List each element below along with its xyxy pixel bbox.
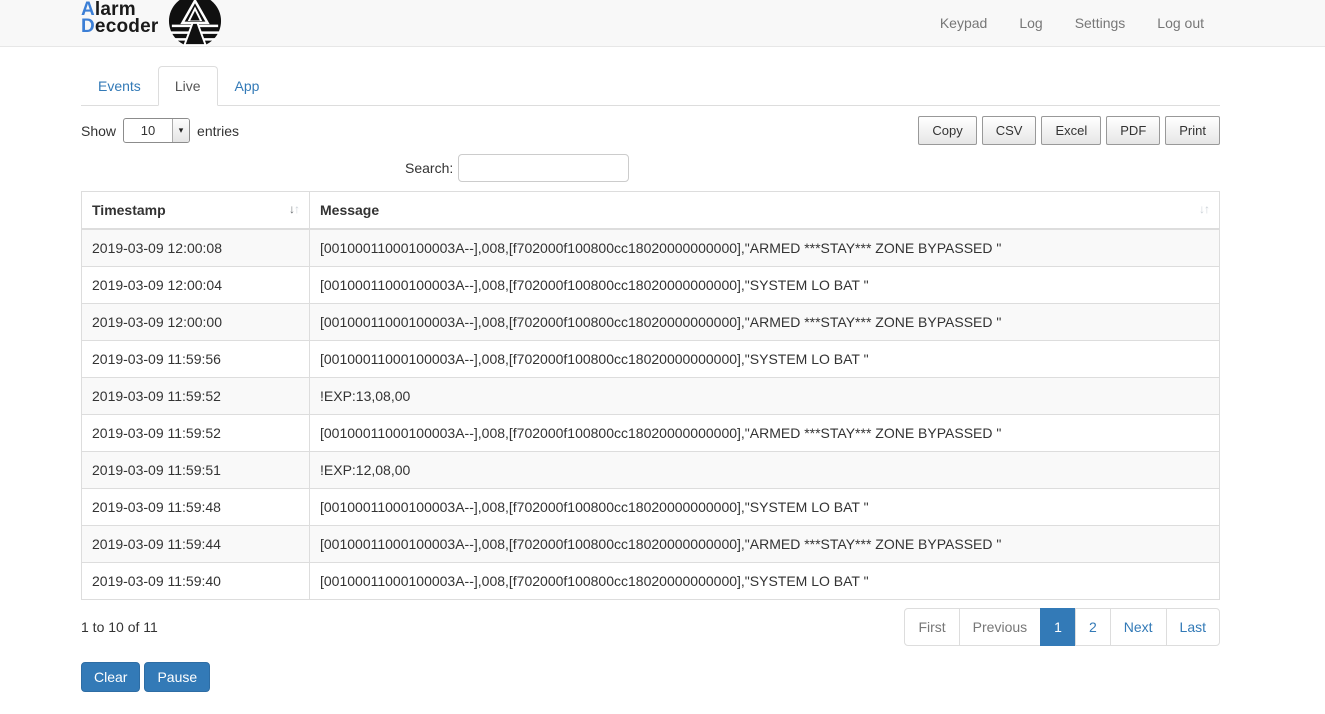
pagination-next[interactable]: Next (1110, 608, 1167, 646)
brand-logo[interactable]: Alarm Decoder (81, 1, 222, 48)
table-cell-message: !EXP:12,08,00 (310, 452, 1220, 489)
entries-label: entries (197, 123, 239, 139)
table-cell-message: !EXP:13,08,00 (310, 378, 1220, 415)
table-cell-message: [00100011000100003A--],008,[f702000f1008… (310, 526, 1220, 563)
pagination-last[interactable]: Last (1166, 608, 1220, 646)
table-row: 2019-03-09 11:59:48 [00100011000100003A-… (82, 489, 1220, 526)
navbar-links: Keypad Log Settings Log out (924, 0, 1220, 46)
nav-item-settings[interactable]: Settings (1059, 0, 1142, 46)
table-cell-timestamp: 2019-03-09 12:00:08 (82, 229, 310, 267)
clear-button[interactable]: Clear (81, 662, 140, 692)
tab-live[interactable]: Live (158, 66, 218, 106)
tab-bar: Events Live App (81, 66, 1220, 106)
table-row: 2019-03-09 11:59:52 !EXP:13,08,00 (82, 378, 1220, 415)
table-row: 2019-03-09 12:00:00 [00100011000100003A-… (82, 304, 1220, 341)
show-label: Show (81, 123, 116, 139)
table-body: 2019-03-09 12:00:08 [00100011000100003A-… (82, 229, 1220, 600)
table-row: 2019-03-09 12:00:08 [00100011000100003A-… (82, 229, 1220, 267)
column-header-timestamp-label: Timestamp (92, 202, 166, 218)
column-header-message-label: Message (320, 202, 379, 218)
entries-select-value: 10 (124, 119, 172, 142)
nav-item-log[interactable]: Log (1003, 0, 1058, 46)
search-label: Search: (405, 160, 453, 176)
table-row: 2019-03-09 11:59:51 !EXP:12,08,00 (82, 452, 1220, 489)
table-cell-message: [00100011000100003A--],008,[f702000f1008… (310, 304, 1220, 341)
print-button[interactable]: Print (1165, 116, 1220, 145)
table-row: 2019-03-09 11:59:40 [00100011000100003A-… (82, 563, 1220, 600)
entries-select[interactable]: 10 ▾ (123, 118, 190, 143)
table-row: 2019-03-09 11:59:56 [00100011000100003A-… (82, 341, 1220, 378)
table-cell-message: [00100011000100003A--],008,[f702000f1008… (310, 267, 1220, 304)
excel-button[interactable]: Excel (1041, 116, 1101, 145)
pagination: First Previous 1 2 Next Last (904, 608, 1220, 646)
table-header-row: Timestamp ↓↑ Message ↓↑ (82, 192, 1220, 230)
chevron-down-icon: ▾ (172, 119, 189, 142)
table-row: 2019-03-09 11:59:52 [00100011000100003A-… (82, 415, 1220, 452)
table-footer: 1 to 10 of 11 First Previous 1 2 Next La… (81, 608, 1220, 646)
table-cell-timestamp: 2019-03-09 11:59:51 (82, 452, 310, 489)
nav-item-logout[interactable]: Log out (1141, 0, 1220, 46)
sort-descending-icon: ↓↑ (289, 202, 299, 216)
pagination-previous[interactable]: Previous (959, 608, 1041, 646)
export-button-group: Copy CSV Excel PDF Print (918, 116, 1220, 145)
table-cell-timestamp: 2019-03-09 12:00:04 (82, 267, 310, 304)
brand-line2-accent: D (81, 16, 95, 37)
table-info: 1 to 10 of 11 (81, 619, 158, 635)
copy-button[interactable]: Copy (918, 116, 976, 145)
brand-title: Alarm Decoder (81, 1, 158, 35)
table-cell-message: [00100011000100003A--],008,[f702000f1008… (310, 563, 1220, 600)
table-cell-timestamp: 2019-03-09 11:59:40 (82, 563, 310, 600)
lighthouse-icon (168, 0, 222, 47)
navbar: Alarm Decoder Keypad Log Settings Log ou… (0, 0, 1325, 47)
table-cell-message: [00100011000100003A--],008,[f702000f1008… (310, 489, 1220, 526)
table-cell-message: [00100011000100003A--],008,[f702000f1008… (310, 229, 1220, 267)
column-header-timestamp[interactable]: Timestamp ↓↑ (82, 192, 310, 230)
action-button-group: Clear Pause (81, 662, 1220, 714)
table-cell-timestamp: 2019-03-09 11:59:44 (82, 526, 310, 563)
nav-item-keypad[interactable]: Keypad (924, 0, 1003, 46)
table-toolbar: Show 10 ▾ entries Copy CSV Excel PDF Pri… (81, 116, 1220, 145)
csv-button[interactable]: CSV (982, 116, 1037, 145)
search-input[interactable] (458, 154, 629, 182)
tab-events[interactable]: Events (81, 66, 158, 106)
table-cell-timestamp: 2019-03-09 11:59:52 (82, 378, 310, 415)
log-table: Timestamp ↓↑ Message ↓↑ 2019-03-09 12:00… (81, 191, 1220, 600)
sort-unsorted-icon: ↓↑ (1199, 202, 1209, 216)
pause-button[interactable]: Pause (144, 662, 210, 692)
pagination-first[interactable]: First (904, 608, 959, 646)
main-content: Events Live App Show 10 ▾ entries Copy C… (81, 66, 1220, 714)
show-entries-control: Show 10 ▾ entries (81, 118, 239, 143)
column-header-message[interactable]: Message ↓↑ (310, 192, 1220, 230)
table-cell-timestamp: 2019-03-09 11:59:56 (82, 341, 310, 378)
table-cell-timestamp: 2019-03-09 11:59:52 (82, 415, 310, 452)
search-control: Search: (405, 154, 1220, 182)
brand-line2-rest: ecoder (95, 16, 159, 37)
pdf-button[interactable]: PDF (1106, 116, 1160, 145)
table-row: 2019-03-09 11:59:44 [00100011000100003A-… (82, 526, 1220, 563)
table-cell-message: [00100011000100003A--],008,[f702000f1008… (310, 415, 1220, 452)
tab-app[interactable]: App (218, 66, 277, 106)
table-cell-timestamp: 2019-03-09 11:59:48 (82, 489, 310, 526)
table-cell-message: [00100011000100003A--],008,[f702000f1008… (310, 341, 1220, 378)
pagination-page-2[interactable]: 2 (1075, 608, 1111, 646)
pagination-page-1[interactable]: 1 (1040, 608, 1076, 646)
table-row: 2019-03-09 12:00:04 [00100011000100003A-… (82, 267, 1220, 304)
table-cell-timestamp: 2019-03-09 12:00:00 (82, 304, 310, 341)
